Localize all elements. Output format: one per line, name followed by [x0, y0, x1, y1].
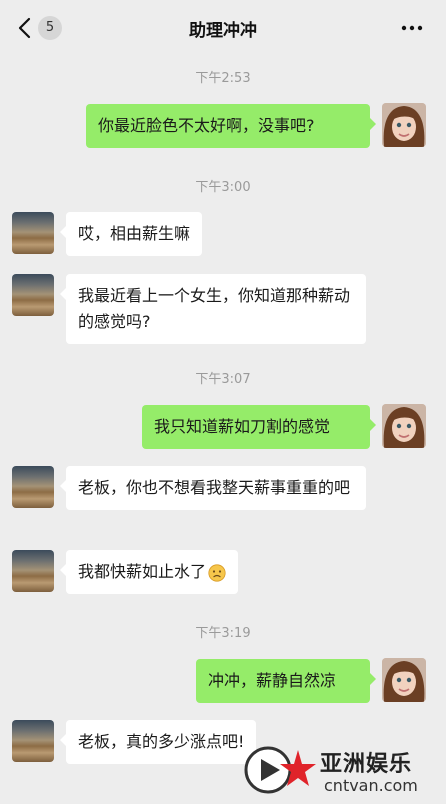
- watermark-text-en: cntvan.com: [324, 776, 418, 795]
- message-text: 我都快薪如止水了: [78, 562, 207, 581]
- user-avatar[interactable]: [382, 103, 426, 147]
- message-bubble-sent[interactable]: 我只知道薪如刀割的感觉: [142, 405, 376, 449]
- message-bubble-received[interactable]: 老板，真的多少涨点吧!: [59, 720, 257, 764]
- chat-title: 助理冲冲: [189, 21, 257, 41]
- user-avatar-image: [382, 404, 426, 448]
- more-dots-icon[interactable]: [400, 20, 424, 36]
- user-avatar[interactable]: [382, 404, 426, 448]
- contact-avatar[interactable]: [12, 212, 54, 254]
- contact-avatar[interactable]: [12, 720, 54, 762]
- timestamp: 下午3:07: [195, 372, 251, 387]
- contact-avatar[interactable]: [12, 550, 54, 592]
- user-avatar[interactable]: [382, 658, 426, 702]
- watermark-text-cn: 亚洲娱乐: [320, 752, 413, 777]
- watermark: 亚洲娱乐 cntvan.com: [244, 736, 444, 802]
- message-bubble-sent[interactable]: 冲冲，薪静自然凉: [196, 659, 376, 703]
- timestamp: 下午3:19: [195, 626, 251, 641]
- nav-bar: 5 助理冲冲: [0, 0, 446, 56]
- message-bubble-sent[interactable]: 你最近脸色不太好啊，没事吧?: [86, 104, 376, 148]
- contact-avatar[interactable]: [12, 466, 54, 508]
- user-avatar-image: [382, 103, 426, 147]
- contact-avatar[interactable]: [12, 274, 54, 316]
- message-bubble-received[interactable]: 我最近看上一个女生，你知道那种薪动的感觉吗?: [60, 274, 366, 344]
- sad-face-emoji-icon: [208, 563, 226, 582]
- message-bubble-received[interactable]: 老板，你也不想看我整天薪事重重的吧: [60, 466, 366, 510]
- message-bubble-received[interactable]: 我都快薪如止水了: [59, 550, 239, 594]
- message-bubble-received[interactable]: 哎，相由薪生嘛: [59, 212, 203, 256]
- user-avatar-image: [382, 658, 426, 702]
- watermark-logo-icon: [244, 746, 316, 794]
- timestamp: 下午3:00: [195, 180, 251, 195]
- timestamp: 下午2:53: [195, 71, 251, 86]
